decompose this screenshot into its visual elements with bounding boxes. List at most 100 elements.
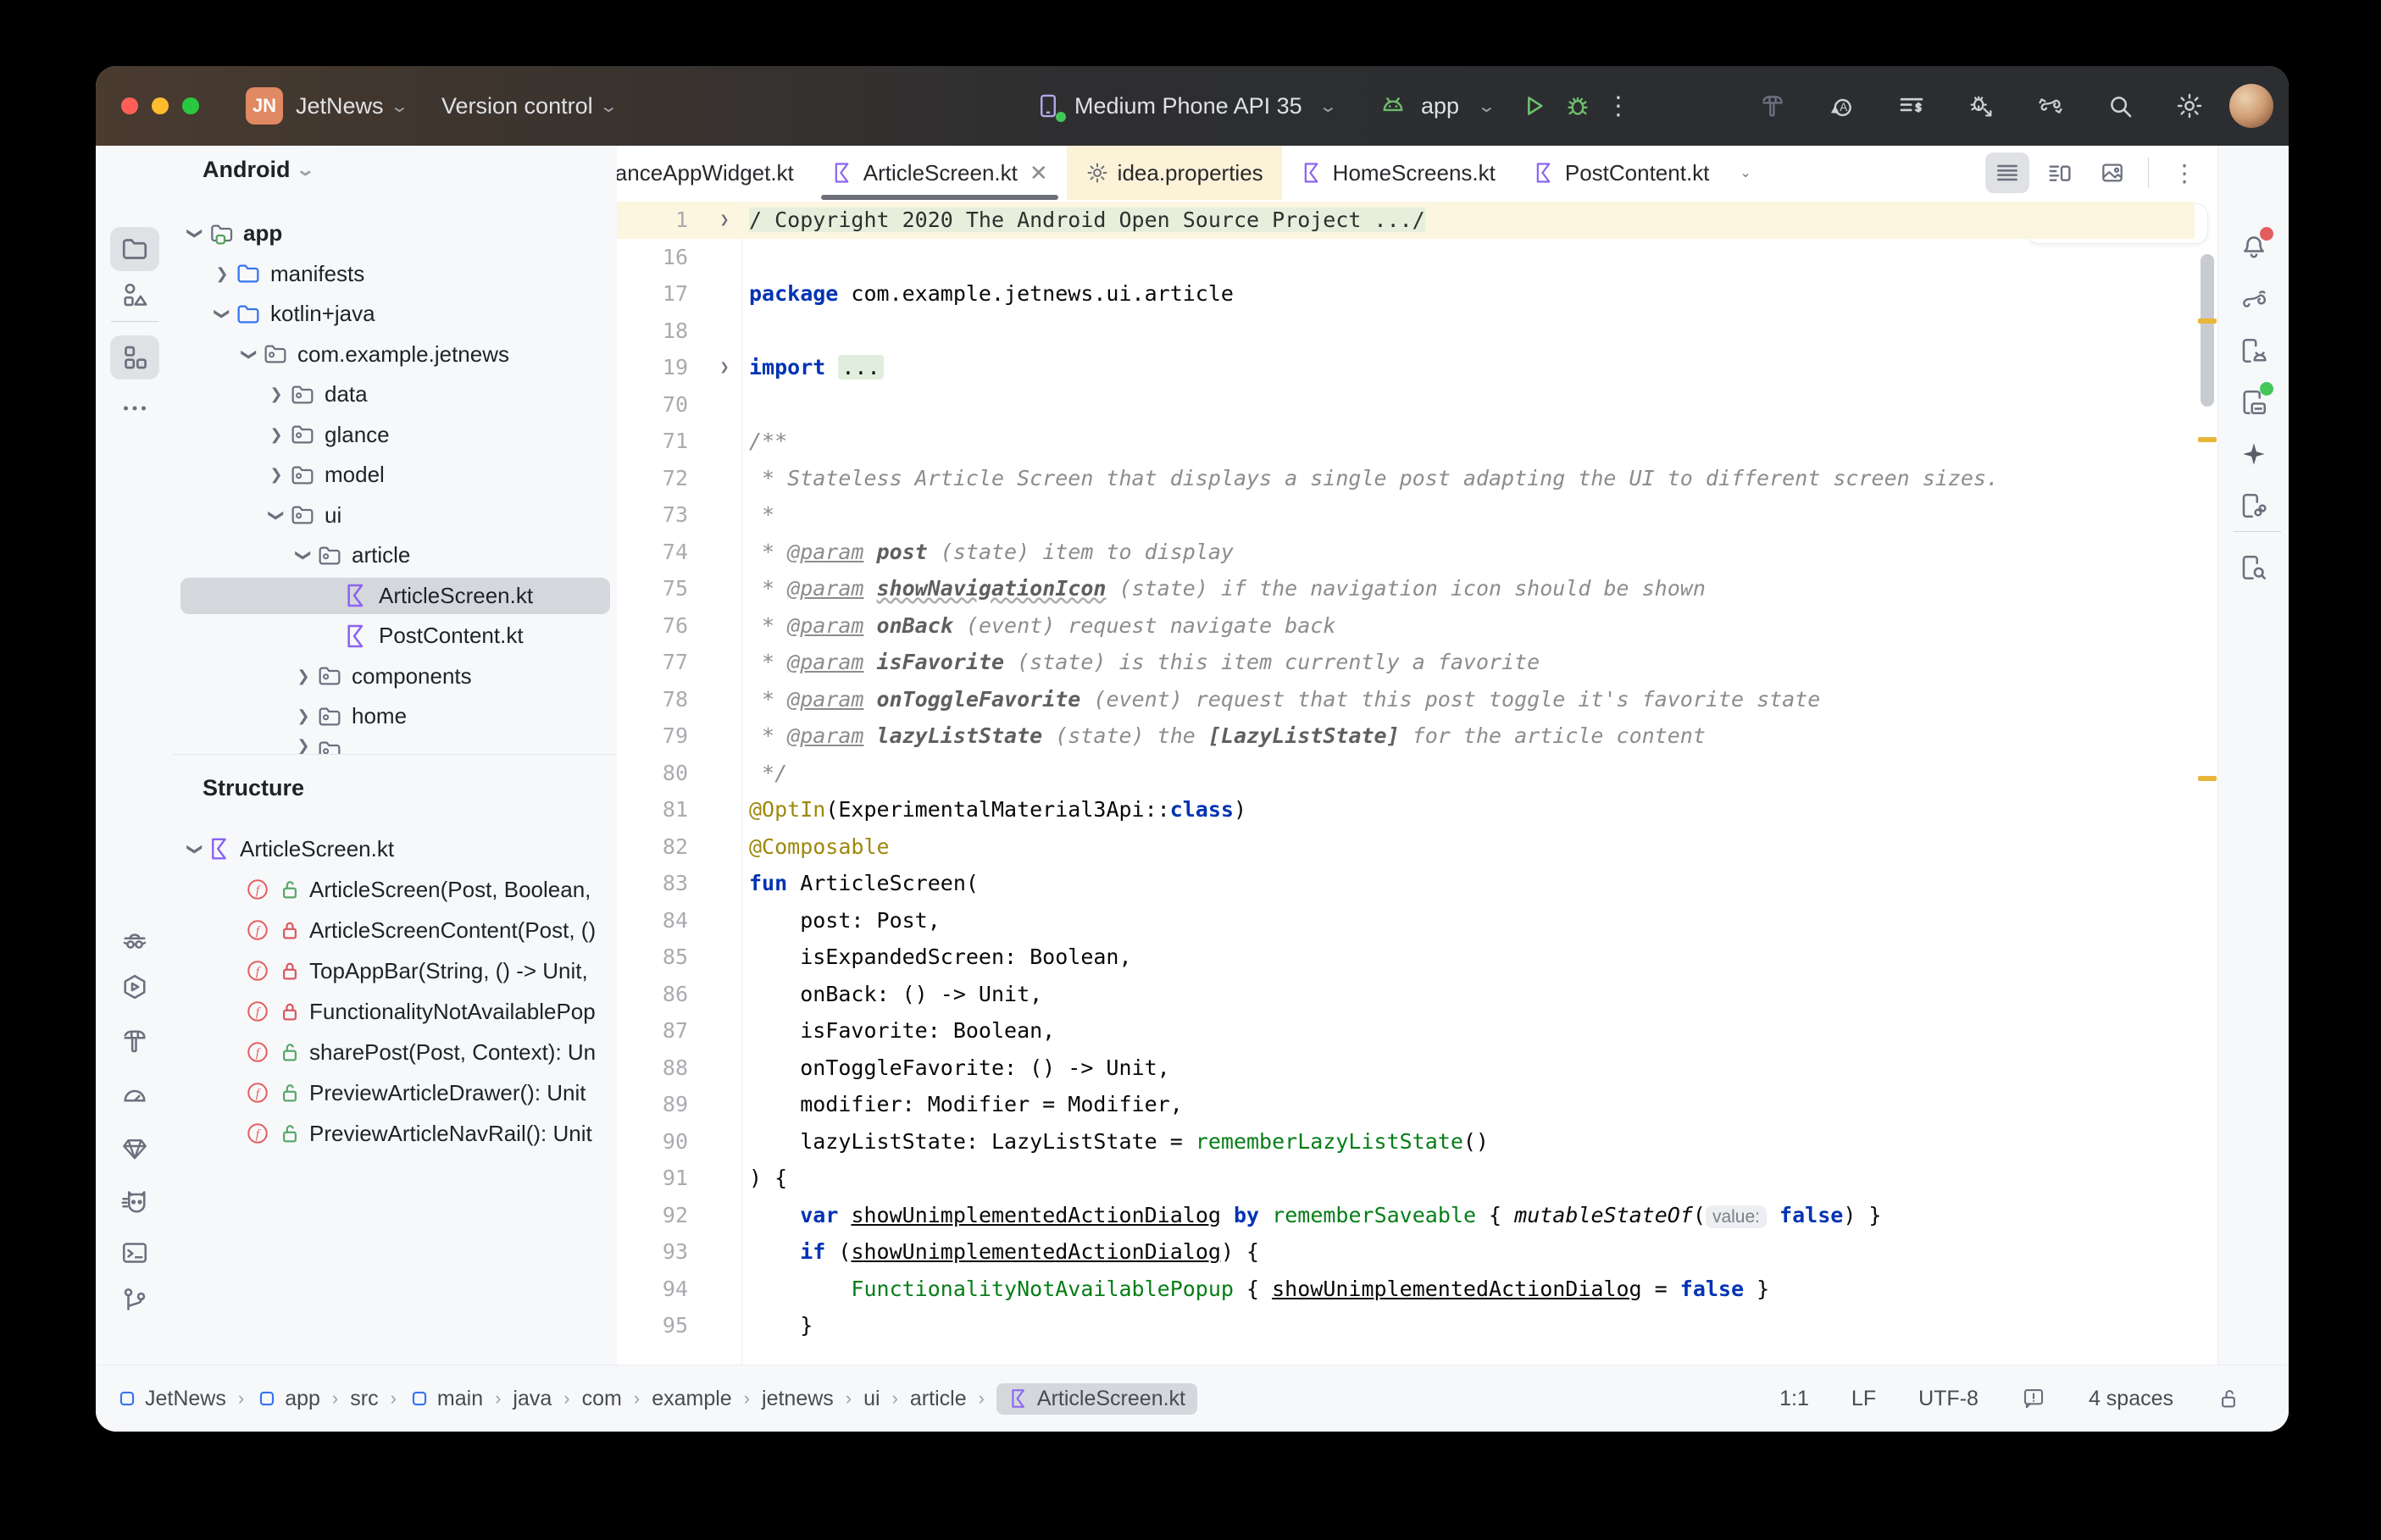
code-editor[interactable]: 2 3 ⌃ ⌄ 1❯/ Copyright 2020 The Android O… [617, 200, 2218, 1366]
build-icon[interactable] [110, 1019, 159, 1063]
line-number[interactable]: 90 [617, 1123, 688, 1161]
apply-changes-icon[interactable] [1826, 90, 1858, 122]
structure-item[interactable]: TopAppBar(String, () -> Unit, [174, 950, 617, 991]
chevron-expanded-icon[interactable]: ❯ [186, 836, 204, 861]
code-line[interactable]: 82 @Composable [617, 828, 2195, 866]
structure-item[interactable]: FunctionalityNotAvailablePop [174, 991, 617, 1032]
line-number[interactable]: 74 [617, 534, 688, 571]
code-line[interactable]: 88 onToggleFavorite: () -> Unit, [617, 1050, 2195, 1087]
breadcrumb-java[interactable]: java [513, 1387, 552, 1411]
structure-item[interactable]: PreviewArticleNavRail(): Unit [174, 1113, 617, 1154]
line-number[interactable]: 91 [617, 1160, 688, 1197]
code-line[interactable]: 72 * Stateless Article Screen that displ… [617, 460, 2195, 497]
gradle-icon[interactable] [2229, 278, 2278, 322]
event-log-icon[interactable] [2021, 1386, 2046, 1411]
line-number[interactable]: 87 [617, 1012, 688, 1050]
line-number[interactable]: 83 [617, 865, 688, 902]
line-number[interactable]: 70 [617, 386, 688, 424]
unlock-icon[interactable] [2216, 1386, 2241, 1411]
vcs-widget[interactable]: Version control ⌄ [441, 66, 619, 146]
line-number[interactable]: 86 [617, 976, 688, 1013]
tab-articlescreen-kt[interactable]: ArticleScreen.kt ✕ [813, 146, 1067, 200]
panel-divider[interactable] [174, 754, 617, 755]
line-number[interactable]: 72 [617, 460, 688, 497]
chevron-collapsed-icon[interactable]: ❯ [264, 426, 289, 444]
fold-marker-icon[interactable]: ❯ [712, 202, 737, 239]
tree-item-home[interactable]: ❯ home [174, 696, 617, 737]
tree-item-article[interactable]: ❯ article [174, 535, 617, 576]
code-line[interactable]: 83 fun ArticleScreen( [617, 865, 2195, 902]
code-line[interactable]: 16 [617, 239, 2195, 276]
user-avatar[interactable] [2229, 84, 2273, 128]
line-number[interactable]: 75 [617, 570, 688, 607]
device-explorer-icon[interactable] [2229, 546, 2278, 590]
code-line[interactable]: 75 * @param showNavigationIcon (state) i… [617, 570, 2195, 607]
line-number[interactable]: 79 [617, 717, 688, 755]
debug-button[interactable] [1562, 90, 1594, 122]
error-stripe[interactable] [2195, 200, 2218, 1366]
line-number[interactable]: 88 [617, 1050, 688, 1087]
code-line[interactable]: 78 * @param onToggleFavorite (event) req… [617, 681, 2195, 718]
code-line[interactable]: 71 /** [617, 423, 2195, 460]
chevron-expanded-icon[interactable]: ❯ [268, 502, 286, 528]
editor-options-icon[interactable]: ⋮ [2162, 152, 2206, 193]
version-control-icon[interactable] [110, 1278, 159, 1322]
line-number[interactable]: 93 [617, 1233, 688, 1271]
gradle-sync-icon[interactable] [2034, 90, 2067, 122]
line-number[interactable]: 73 [617, 496, 688, 534]
search-icon[interactable] [2104, 90, 2136, 122]
tree-item-components[interactable]: ❯ components [174, 656, 617, 697]
scrollbar-thumb[interactable] [2201, 254, 2214, 407]
device-manager-icon[interactable] [2229, 329, 2278, 373]
breadcrumb-app[interactable]: app [256, 1387, 320, 1411]
tree-item-glance[interactable]: ❯ glance [174, 415, 617, 456]
notifications-icon[interactable] [2229, 225, 2278, 269]
tree-item-app[interactable]: ❯ app [174, 213, 617, 254]
split-editor-button[interactable] [2038, 152, 2082, 193]
code-line[interactable]: 80 */ [617, 755, 2195, 792]
run-configuration[interactable]: app [1421, 93, 1459, 119]
code-line[interactable]: 18 [617, 313, 2195, 350]
structure-item[interactable]: ArticleScreenContent(Post, () [174, 910, 617, 950]
app-quality-insights-icon[interactable] [110, 1127, 159, 1171]
chevron-collapsed-icon[interactable]: ❯ [291, 668, 316, 685]
breadcrumb-articlescreen-kt[interactable]: ArticleScreen.kt [996, 1382, 1197, 1415]
project-avatar[interactable]: JN [246, 87, 283, 125]
warning-stripe-mark[interactable] [2198, 437, 2217, 442]
tree-item-com-example-jetnews[interactable]: ❯ com.example.jetnews [174, 335, 617, 375]
line-number[interactable]: 85 [617, 939, 688, 976]
line-number[interactable]: 80 [617, 755, 688, 792]
tree-item-postcontent-kt[interactable]: PostContent.kt [174, 616, 617, 656]
code-line[interactable]: 84 post: Post, [617, 902, 2195, 939]
project-icon[interactable] [110, 227, 159, 271]
file-encoding[interactable]: UTF-8 [1918, 1387, 1979, 1411]
chevron-expanded-icon[interactable]: ❯ [241, 341, 258, 367]
code-line[interactable]: 94 FunctionalityNotAvailablePopup { show… [617, 1271, 2195, 1308]
line-number[interactable]: 89 [617, 1086, 688, 1123]
structure-icon[interactable] [110, 335, 159, 379]
line-number[interactable]: 1 [617, 202, 688, 239]
line-number[interactable]: 77 [617, 644, 688, 681]
code-line[interactable]: 87 isFavorite: Boolean, [617, 1012, 2195, 1050]
code-line[interactable]: 79 * @param lazyListState (state) the [L… [617, 717, 2195, 755]
project-view-selector[interactable]: Android ⌄ [203, 151, 316, 188]
warning-stripe-mark[interactable] [2198, 319, 2217, 324]
more-tabs-chevron-icon[interactable]: ⌄ [1728, 146, 1762, 200]
apply-code-changes-icon[interactable] [1895, 90, 1928, 122]
code-line[interactable]: 89 modifier: Modifier = Modifier, [617, 1086, 2195, 1123]
line-number[interactable]: 17 [617, 275, 688, 313]
build-icon[interactable] [1757, 90, 1789, 122]
chevron-expanded-icon[interactable]: ❯ [295, 543, 313, 568]
more-tools-icon[interactable] [110, 386, 159, 430]
tree-item-model[interactable]: ❯ model [174, 455, 617, 496]
line-separator[interactable]: LF [1851, 1387, 1876, 1411]
chevron-expanded-icon[interactable]: ❯ [214, 302, 231, 327]
profiler-icon[interactable] [110, 1074, 159, 1118]
code-line[interactable]: 77 * @param isFavorite (state) is this i… [617, 644, 2195, 681]
chevron-collapsed-icon[interactable]: ❯ [291, 737, 316, 754]
structure-item[interactable]: PreviewArticleDrawer(): Unit [174, 1072, 617, 1113]
breadcrumb-src[interactable]: src [350, 1387, 378, 1411]
code-line[interactable]: 74 * @param post (state) item to display [617, 534, 2195, 571]
settings-icon[interactable] [2173, 90, 2206, 122]
line-number[interactable]: 94 [617, 1271, 688, 1308]
